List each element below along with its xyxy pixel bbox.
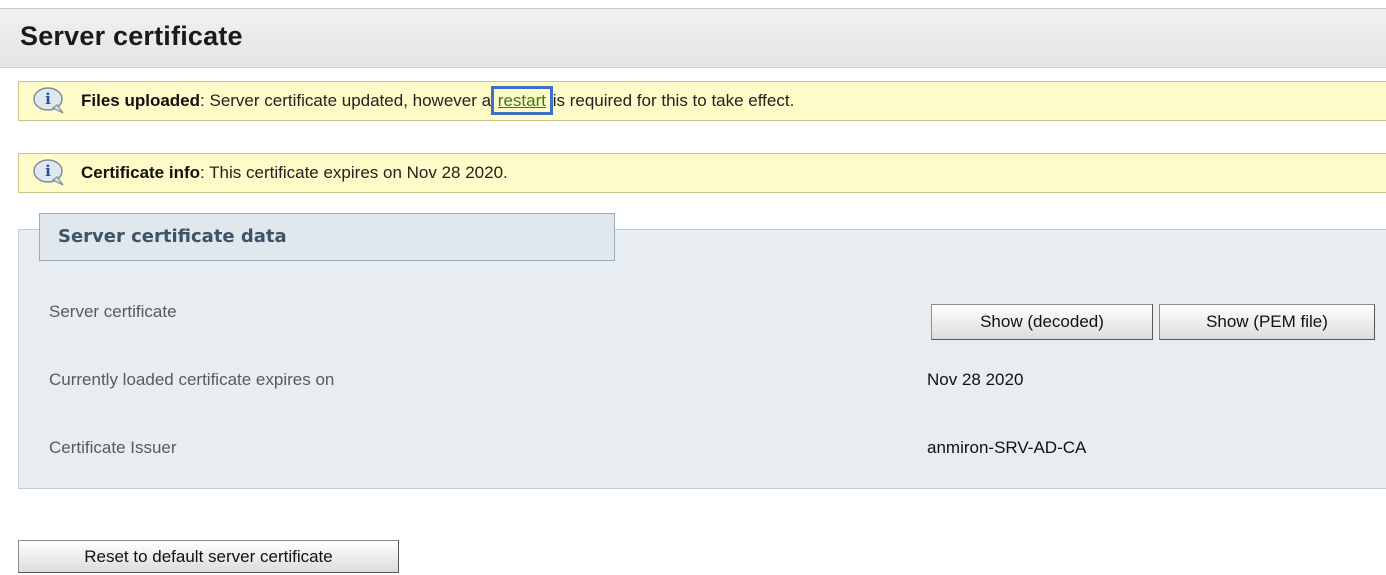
notice-title: Certificate info [81,163,201,182]
notice-message-end: is required for this to take effect. [547,91,795,110]
expiry-value: Nov 28 2020 [927,370,1024,389]
notice-text: Files uploaded: Server certificate updat… [81,86,795,115]
notice-files-uploaded: i Files uploaded: Server certificate upd… [18,81,1386,121]
notice-certificate-info: i Certificate info: This certificate exp… [18,153,1386,193]
show-pem-button[interactable]: Show (PEM file) [1159,304,1375,340]
notice-message-start: : Server certificate updated, however a [200,91,496,110]
reset-certificate-button[interactable]: Reset to default server certificate [18,540,399,573]
issuer-label: Certificate Issuer [49,438,177,457]
notice-title: Files uploaded [81,91,201,110]
panel-legend: Server certificate data [39,213,615,261]
info-icon: i [33,87,64,114]
notice-message: : This certificate expires on Nov 28 202… [200,163,508,182]
notice-text: Certificate info: This certificate expir… [81,163,508,183]
svg-text:i: i [45,90,51,108]
panel-legend-text: Server certificate data [58,226,287,247]
expiry-label: Currently loaded certificate expires on [49,370,335,389]
page-title: Server certificate [20,21,243,51]
restart-link[interactable]: restart [490,86,554,115]
svg-text:i: i [45,162,51,180]
info-icon: i [33,159,64,186]
page-header: Server certificate [0,8,1386,68]
show-decoded-button[interactable]: Show (decoded) [931,304,1153,340]
server-certificate-label: Server certificate [49,302,177,321]
issuer-value: anmiron-SRV-AD-CA [927,438,1087,457]
server-certificate-data-panel: Server certificate data Server certifica… [18,213,1386,489]
